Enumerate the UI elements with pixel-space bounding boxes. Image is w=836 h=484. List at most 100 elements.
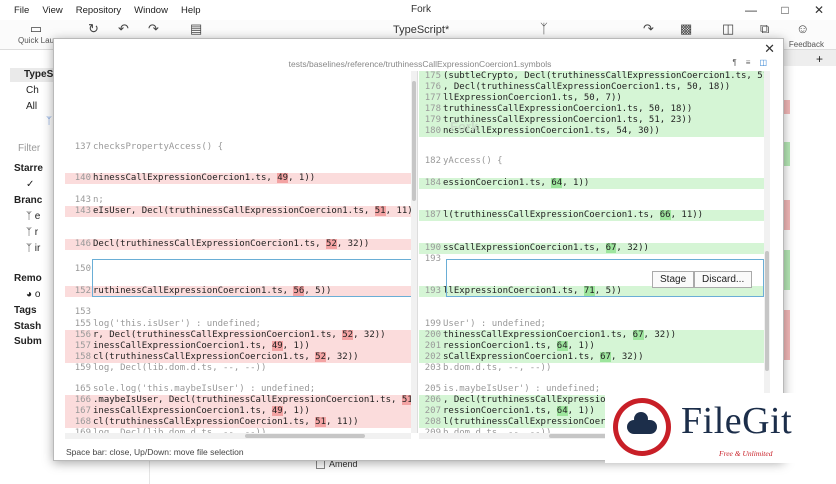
- diff-line[interactable]: 140 hinessCallExpressionCoercion1.ts, 49,…: [65, 173, 417, 184]
- code-segment: , 1)): [282, 406, 310, 416]
- menu-item-repository[interactable]: Repository: [76, 5, 121, 16]
- sidebar-item-all-commits[interactable]: All: [26, 101, 37, 112]
- scroll-thumb[interactable]: [245, 434, 365, 438]
- add-icon[interactable]: +: [816, 52, 823, 66]
- sidebar-section-tags[interactable]: Tags: [14, 305, 37, 316]
- sidebar-starred-item[interactable]: ✓: [26, 179, 34, 190]
- diff-line[interactable]: 202 sCallExpressionCoercion1.ts, 67, 32)): [419, 352, 764, 363]
- sidebar-section-stashes[interactable]: Stash: [14, 321, 41, 332]
- layout-button[interactable]: ◫: [722, 22, 734, 36]
- diff-line[interactable]: 157 inessCallExpressionCoercion1.ts, 49, …: [65, 341, 417, 352]
- code-text: inessCallExpressionCoercion1.ts, 49, 1)): [91, 341, 417, 352]
- diff-line[interactable]: 203 b.dom.d.ts, --, --)): [419, 363, 764, 374]
- diff-line[interactable]: 143 n;: [65, 195, 417, 206]
- right-vertical-scrollbar[interactable]: [764, 71, 770, 433]
- diff-line[interactable]: 168 cl(truthinessCallExpressionCoercion1.…: [65, 417, 417, 428]
- minimize-icon[interactable]: —: [734, 0, 768, 20]
- feedback-button[interactable]: ☺: [796, 22, 809, 36]
- sidebar-branch-item-1[interactable]: ᛉ e: [26, 211, 40, 222]
- sidebar-branch-item-3[interactable]: ᛉ ir: [26, 243, 40, 254]
- repo-tab[interactable]: TypeScript*: [393, 24, 449, 36]
- menu-item-file[interactable]: File: [14, 5, 29, 16]
- sidebar-item-changes[interactable]: Ch: [26, 85, 39, 96]
- line-number: 178: [424, 104, 441, 114]
- changed-token: 51: [374, 206, 386, 216]
- code-segment: , 32)): [326, 352, 359, 362]
- scroll-thumb[interactable]: [765, 251, 769, 371]
- line-number: 153: [74, 307, 91, 317]
- changed-token: 49: [277, 173, 289, 183]
- changed-token: 51: [315, 417, 327, 427]
- branch-item-label: ir: [34, 243, 41, 254]
- diff-pane-old[interactable]: 137 checksPropertyAccess() { 140 hinessCall…: [65, 71, 418, 433]
- diff-line[interactable]: 158 cl(truthinessCallExpressionCoercion1.…: [65, 352, 417, 363]
- pilcrow-icon[interactable]: ¶: [732, 58, 736, 67]
- left-horizontal-scrollbar[interactable]: [65, 433, 411, 439]
- window-close-icon[interactable]: ✕: [802, 0, 836, 20]
- diff-line[interactable]: 167 inessCallExpressionCoercion1.ts, 49, …: [65, 406, 417, 417]
- menu-item-help[interactable]: Help: [181, 5, 201, 16]
- terminal-button[interactable]: ▩: [680, 22, 692, 36]
- diff-line[interactable]: 184 essionCoercion1.ts, 64, 1)): [419, 178, 764, 189]
- push-button[interactable]: ↷: [148, 22, 159, 36]
- code-segment: yAccess() {: [443, 156, 503, 166]
- branch-button[interactable]: ᛉ: [540, 22, 548, 36]
- diff-line[interactable]: 155 log('this.isUser') : undefined;: [65, 319, 417, 330]
- branch-icon: ᛉ: [26, 211, 35, 222]
- close-icon[interactable]: ✕: [764, 41, 775, 57]
- left-vertical-scrollbar[interactable]: [411, 71, 417, 433]
- sidebar-section-branches[interactable]: Branc: [14, 195, 42, 206]
- fetch-icon: ↻: [88, 21, 99, 36]
- line-number: 157: [74, 341, 91, 351]
- code-text: thinessCallExpressionCoercion1.ts, 67, 3…: [441, 330, 764, 341]
- sidebar-filter[interactable]: Filter: [18, 143, 40, 154]
- code-segment: , 32)): [643, 330, 677, 340]
- diff-marker: [784, 250, 790, 290]
- quick-launch-button[interactable]: ▭ Quick Lau: [18, 22, 54, 46]
- code-text: .maybeIsUser, Decl(truthinessCallExpress…: [91, 395, 417, 406]
- menu-item-view[interactable]: View: [42, 5, 62, 16]
- diff-marker: [784, 100, 790, 114]
- code-segment: sole.log('this.maybeIsUser') : undefined…: [93, 384, 316, 394]
- menu-item-window[interactable]: Window: [134, 5, 168, 16]
- diff-line[interactable]: 156 r, Decl(truthinessCallExpressionCoerc…: [65, 330, 417, 341]
- diff-line[interactable]: 153: [65, 307, 417, 318]
- windows-button[interactable]: ⧉: [760, 22, 769, 36]
- pull-button[interactable]: ↶: [118, 22, 129, 36]
- diff-line[interactable]: 182 yAccess() {: [419, 156, 764, 167]
- diff-line[interactable]: 200 thinessCallExpressionCoercion1.ts, 67…: [419, 330, 764, 341]
- diff-line[interactable]: 201 ressionCoercion1.ts, 64, 1)): [419, 341, 764, 352]
- diff-line[interactable]: 137 checksPropertyAccess() {: [65, 142, 417, 153]
- diff-line[interactable]: 177 llExpressionCoercion1.ts, 50, 7)): [419, 93, 764, 104]
- diff-line[interactable]: 199 User') : undefined;: [419, 319, 764, 330]
- sidebar-branch-item-2[interactable]: ᛉ r: [26, 227, 38, 238]
- fetch-button[interactable]: ↻: [88, 22, 99, 36]
- sidebar-section-submodules[interactable]: Subm: [14, 336, 42, 347]
- code-segment: ssCallExpressionCoercion1.ts,: [443, 243, 606, 253]
- code-text: truthinessCallExpressionCoercion1.ts, 50…: [441, 104, 764, 115]
- maximize-icon[interactable]: □: [768, 0, 802, 20]
- redo-button[interactable]: ↷: [643, 22, 654, 36]
- whitespace-icon[interactable]: ≡: [746, 58, 751, 67]
- diff-line[interactable]: 165 sole.log('this.maybeIsUser') : undefi…: [65, 384, 417, 395]
- line-number: 193: [424, 254, 441, 264]
- sidebar-remote-item[interactable]: ◕ o: [26, 289, 40, 300]
- diff-line[interactable]: 146 Decl(truthinessCallExpressionCoercion…: [65, 239, 417, 250]
- discard-button[interactable]: Discard...: [694, 271, 753, 288]
- diff-line[interactable]: 159 log, Decl(lib.dom.d.ts, --, --)): [65, 363, 417, 374]
- diff-line[interactable]: 166 .maybeIsUser, Decl(truthinessCallExpr…: [65, 395, 417, 406]
- watermark-name: FileGit: [681, 400, 793, 442]
- stage-button[interactable]: Stage: [652, 271, 695, 288]
- scroll-thumb[interactable]: [412, 81, 416, 201]
- diff-line[interactable]: 176, Decl(truthinessCallExpressionCoerci…: [419, 82, 764, 93]
- line-number: 203: [424, 363, 441, 373]
- split-view-icon[interactable]: ◫: [759, 58, 767, 67]
- diff-line[interactable]: 187 l(truthinessCallExpressionCoercion1.t…: [419, 210, 764, 221]
- diff-line[interactable]: 175 (subtleCrypto, Decl(truthinessCallExp…: [419, 71, 764, 82]
- diff-line[interactable]: 190 ssCallExpressionCoercion1.ts, 67, 32)…: [419, 243, 764, 254]
- diff-line[interactable]: 143 eIsUser, Decl(truthinessCallExpressio…: [65, 206, 417, 217]
- sidebar-section-remotes[interactable]: Remo: [14, 273, 42, 284]
- stash-button[interactable]: ▤: [190, 22, 202, 36]
- sidebar-section-starred[interactable]: Starre: [14, 163, 43, 174]
- diff-line[interactable]: 178 truthinessCallExpressionCoercion1.ts,…: [419, 104, 764, 115]
